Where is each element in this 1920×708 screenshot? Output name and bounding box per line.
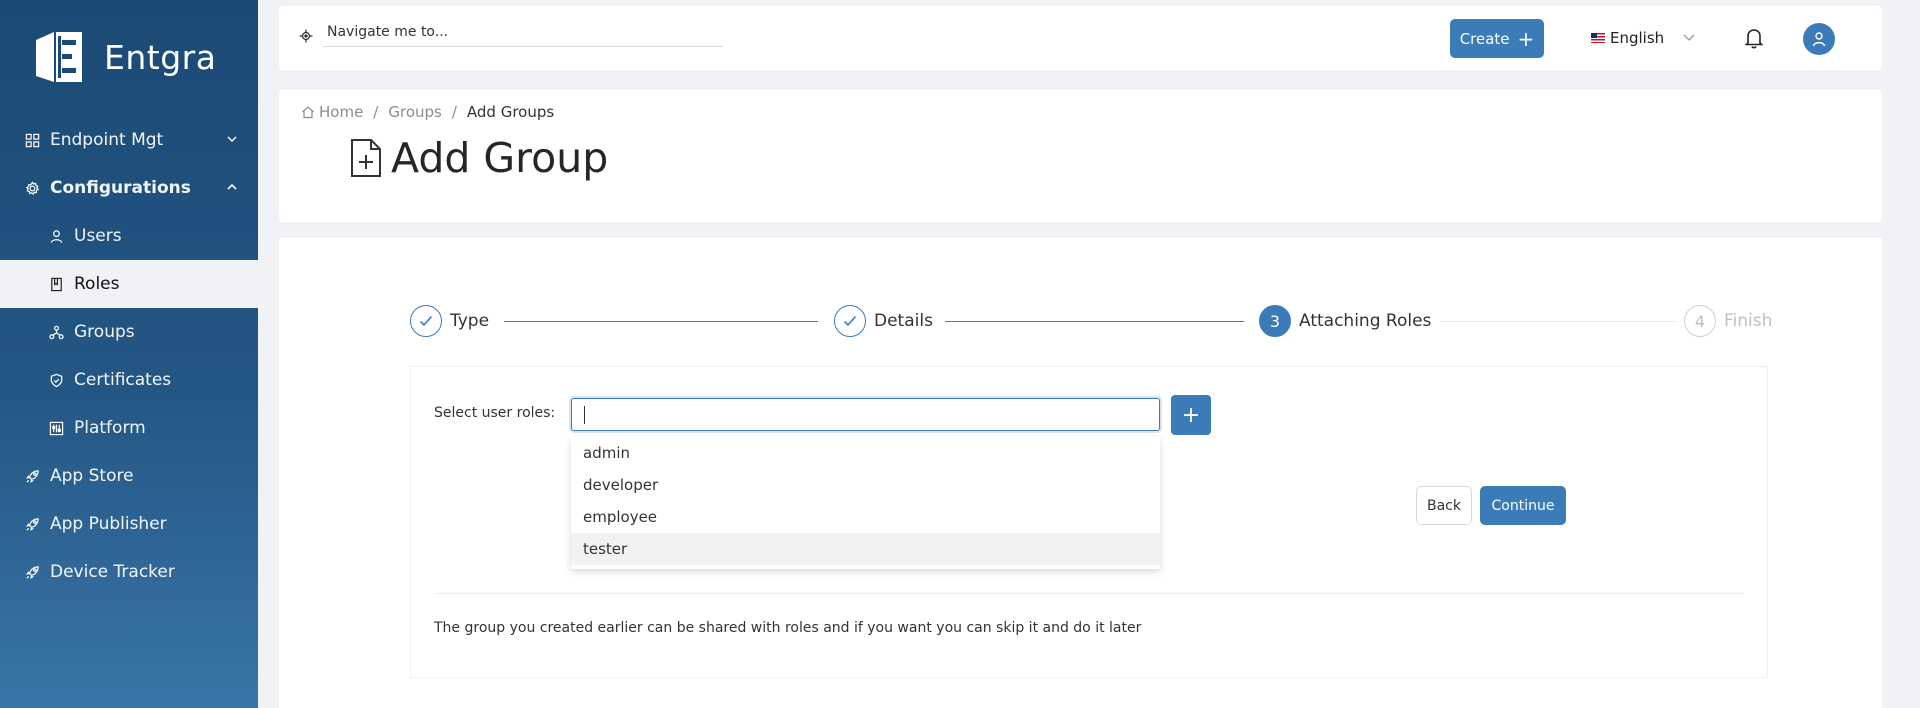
dropdown-option-tester[interactable]: tester [571,533,1160,565]
breadcrumb-groups[interactable]: Groups [388,103,441,121]
plus-icon: + [1517,26,1535,51]
notification-bell-icon[interactable] [1744,27,1764,49]
step-label: Attaching Roles [1299,311,1432,331]
sidebar: Entgra Endpoint Mgt Configurations Users [0,0,258,708]
rocket-icon [24,468,40,484]
chevron-down-icon [1683,34,1695,41]
page-header: Home / Groups / Add Groups Add Group [279,90,1882,222]
step-details: Details [834,305,933,337]
rocket-icon [24,516,40,532]
sidebar-item-groups[interactable]: Groups [0,308,258,356]
step-connector [1440,321,1676,322]
back-button[interactable]: Back [1416,486,1472,525]
sidebar-item-label: App Publisher [50,514,167,534]
sidebar-item-certificates[interactable]: Certificates [0,356,258,404]
gear-icon [24,180,40,196]
breadcrumb-current: Add Groups [466,103,555,121]
step-type: Type [410,305,489,337]
language-selector[interactable]: English [1591,29,1696,47]
locate-icon [299,29,313,42]
create-button-label: Create [1459,29,1510,48]
entgra-logo-icon [36,32,82,82]
help-text: The group you created earlier can be sha… [434,620,1142,636]
step-done-indicator [834,305,866,337]
sidebar-item-app-store[interactable]: App Store [0,452,258,500]
sidebar-item-endpoint-mgt[interactable]: Endpoint Mgt [0,116,258,164]
language-label: English [1610,29,1665,47]
sidebar-item-roles[interactable]: Roles [0,260,258,308]
breadcrumb: Home / Groups / Add Groups [301,103,554,121]
user-icon [48,228,64,244]
rocket-icon [24,564,40,580]
sidebar-item-label: Roles [74,274,120,294]
page-title-text: Add Group [391,134,609,182]
chevron-up-icon [227,183,237,190]
add-role-button[interactable]: + [1171,395,1211,435]
sidebar-item-label: Certificates [74,370,172,390]
sidebar-item-configurations[interactable]: Configurations [0,164,258,212]
sidebar-nav: Endpoint Mgt Configurations Users Roles [0,116,258,596]
divider [434,593,1744,594]
dropdown-option-employee[interactable]: employee [571,501,1160,533]
wizard-steps: Type Details 3 Attaching Roles 4 Finish [410,305,1772,337]
check-icon [843,315,857,327]
step-connector [945,321,1244,322]
sidebar-item-label: Configurations [50,178,191,198]
user-icon [1812,32,1826,47]
sidebar-item-label: Groups [74,322,135,342]
home-icon [302,106,314,119]
dropdown-option-developer[interactable]: developer [571,469,1160,501]
navigate-input[interactable]: Navigate me to... [323,24,723,47]
sidebar-item-label: Device Tracker [50,562,175,582]
text-cursor [584,406,585,424]
step-label: Details [874,311,933,331]
step-connector [504,321,818,322]
continue-button[interactable]: Continue [1480,486,1566,525]
logo[interactable]: Entgra [28,26,216,88]
sidebar-item-app-publisher[interactable]: App Publisher [0,500,258,548]
sidebar-item-label: App Store [50,466,134,486]
sidebar-item-label: Platform [74,418,146,438]
breadcrumb-home[interactable]: Home [319,103,363,121]
dropdown-option-admin[interactable]: admin [571,437,1160,469]
top-header: Navigate me to... Create + English [279,6,1882,70]
cluster-icon [48,324,64,340]
us-flag-icon [1591,33,1605,43]
avatar[interactable] [1803,23,1835,55]
sidebar-item-users[interactable]: Users [0,212,258,260]
navigate-search[interactable]: Navigate me to... [299,24,723,47]
sidebar-item-label: Users [74,226,122,246]
roles-dropdown: admin developer employee tester [571,437,1160,569]
plus-icon: + [1181,402,1201,428]
step-number: 3 [1259,305,1291,337]
create-button[interactable]: Create + [1450,19,1544,58]
step-attaching-roles: 3 Attaching Roles [1259,305,1431,337]
step-done-indicator [410,305,442,337]
step-label: Type [450,311,490,331]
roles-select-input[interactable] [571,398,1160,431]
roles-label: Select user roles: [434,405,556,421]
breadcrumb-separator: / [451,103,457,121]
file-add-icon [351,139,381,177]
step-number: 4 [1684,305,1716,337]
sidebar-item-platform[interactable]: Platform [0,404,258,452]
sidebar-item-label: Endpoint Mgt [50,130,164,150]
page-title: Add Group [349,134,608,182]
check-icon [419,315,433,327]
breadcrumb-separator: / [373,103,379,121]
chevron-down-icon [227,136,237,142]
book-icon [48,276,64,292]
brand-name: Entgra [104,37,217,77]
grid-icon [24,132,40,148]
shield-icon [48,372,64,388]
sliders-icon [48,420,64,436]
step-finish: 4 Finish [1684,305,1772,337]
sidebar-item-device-tracker[interactable]: Device Tracker [0,548,258,596]
step-label: Finish [1724,311,1773,331]
